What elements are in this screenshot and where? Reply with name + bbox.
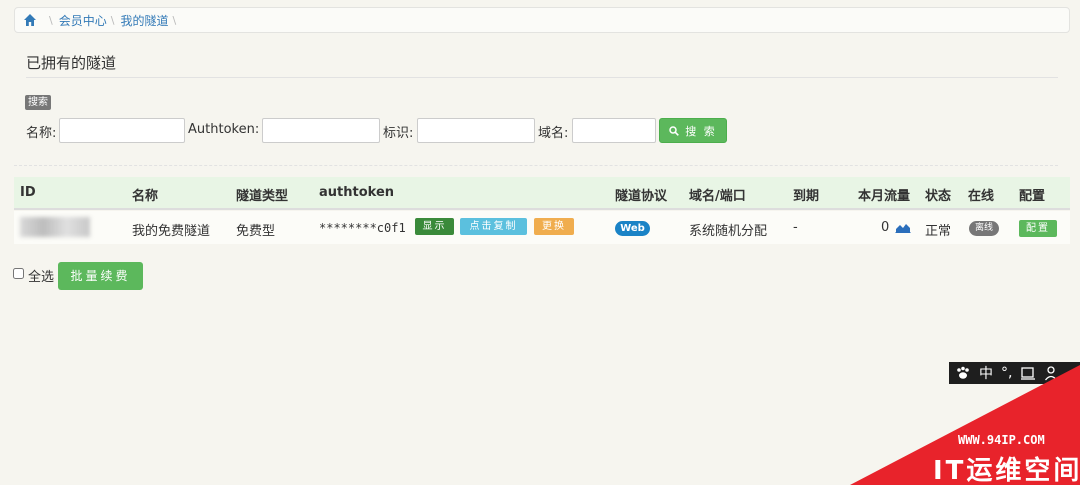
authtoken-input[interactable] bbox=[262, 118, 380, 143]
tunnel-token: ********c0f1 bbox=[319, 221, 406, 235]
breadcrumb: \ 会员中心 \ 我的隧道 \ bbox=[14, 7, 1070, 33]
breadcrumb-separator: \ bbox=[172, 13, 177, 27]
col-domain: 域名/端口 bbox=[689, 189, 746, 204]
online-status-badge: 离线 bbox=[969, 221, 999, 236]
col-authtoken: authtoken bbox=[319, 185, 395, 200]
tunnel-traffic: 0 bbox=[881, 220, 890, 235]
tunnel-expire: - bbox=[793, 220, 798, 235]
section-divider bbox=[14, 165, 1058, 166]
select-all-label[interactable]: 全选 bbox=[28, 266, 54, 285]
col-id: ID bbox=[20, 185, 36, 200]
select-all-checkbox[interactable] bbox=[13, 268, 24, 279]
search-button[interactable]: 搜 索 bbox=[659, 118, 727, 143]
home-icon[interactable] bbox=[23, 13, 37, 27]
domain-input[interactable] bbox=[572, 118, 656, 143]
col-protocol: 隧道协议 bbox=[615, 189, 668, 204]
show-token-button[interactable]: 显示 bbox=[415, 218, 454, 235]
authtoken-label: Authtoken: bbox=[188, 122, 260, 137]
tunnel-domain: 系统随机分配 bbox=[689, 224, 768, 239]
watermark-name: IT运维空间 bbox=[933, 456, 1080, 485]
copy-token-button[interactable]: 点击复制 bbox=[460, 218, 527, 235]
tunnel-type: 免费型 bbox=[236, 224, 276, 239]
col-name: 名称 bbox=[132, 189, 159, 204]
breadcrumb-separator: \ bbox=[49, 13, 53, 27]
page-title: 已拥有的隧道 bbox=[26, 54, 117, 72]
table-header: ID 名称 隧道类型 authtoken 隧道协议 域名/端口 到期 本月流量 … bbox=[14, 177, 1070, 210]
breadcrumb-member-center[interactable]: 会员中心 bbox=[59, 12, 107, 29]
col-online: 在线 bbox=[968, 189, 995, 204]
tag-input[interactable] bbox=[417, 118, 535, 143]
breadcrumb-my-tunnels[interactable]: 我的隧道 bbox=[120, 12, 168, 29]
table-row: 我的免费隧道 免费型 ********c0f1 显示 点击复制 更换 Web 系… bbox=[14, 211, 1070, 244]
config-button[interactable]: 配置 bbox=[1019, 220, 1057, 237]
area-chart-icon[interactable] bbox=[895, 221, 911, 233]
change-token-button[interactable]: 更换 bbox=[534, 218, 574, 235]
breadcrumb-separator: \ bbox=[110, 13, 115, 27]
search-icon bbox=[669, 125, 680, 136]
tunnel-name: 我的免费隧道 bbox=[132, 224, 211, 239]
col-type: 隧道类型 bbox=[236, 189, 289, 204]
title-divider bbox=[26, 77, 1058, 78]
search-badge: 搜索 bbox=[25, 95, 51, 110]
col-config: 配置 bbox=[1019, 189, 1046, 204]
col-expire: 到期 bbox=[793, 189, 820, 204]
protocol-badge: Web bbox=[615, 221, 650, 236]
search-button-label: 搜 索 bbox=[685, 124, 717, 138]
domain-label: 域名: bbox=[538, 126, 569, 141]
col-status: 状态 bbox=[925, 189, 952, 204]
col-traffic: 本月流量 bbox=[858, 189, 911, 204]
tag-label: 标识: bbox=[383, 126, 414, 141]
name-label: 名称: bbox=[26, 126, 57, 141]
tunnel-id-redacted bbox=[20, 217, 90, 237]
watermark-url: WWW.94IP.COM bbox=[958, 433, 1045, 447]
bulk-renew-button[interactable]: 批量续费 bbox=[58, 262, 143, 290]
tunnel-status: 正常 bbox=[925, 224, 952, 239]
name-input[interactable] bbox=[59, 118, 185, 143]
